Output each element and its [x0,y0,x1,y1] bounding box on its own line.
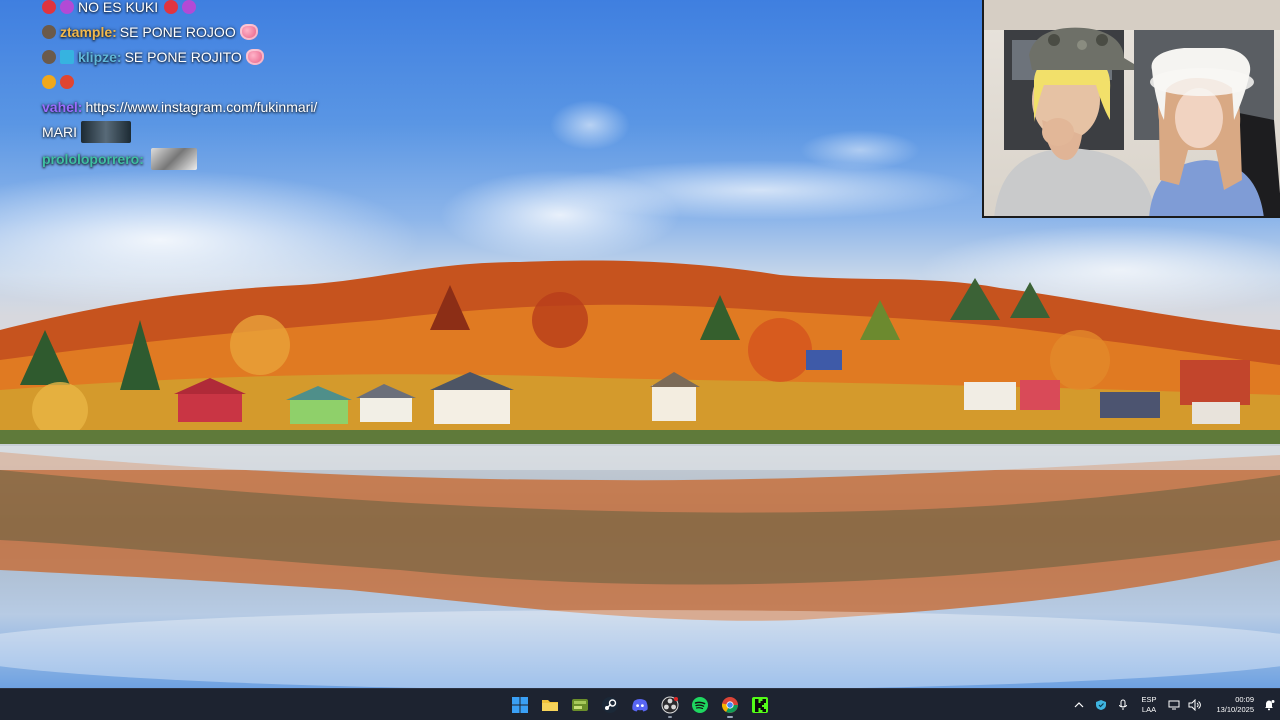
chrome-icon [721,697,738,713]
discord-icon [632,699,648,712]
windows-logo-icon [512,697,528,713]
start-button[interactable] [508,691,532,719]
taskbar-pinned-apps [508,689,772,720]
emote-icon [42,0,56,14]
chat-username[interactable]: vahel: [42,99,82,115]
chevron-up-icon [1074,702,1084,708]
emote-icon [182,0,197,14]
notification-bell-icon [1265,700,1275,711]
folder-icon [542,700,558,711]
microphone-icon [1119,699,1127,710]
taskbar-steam[interactable] [598,691,622,719]
tray-shield-button[interactable] [1090,689,1112,720]
keyboard-layout: LAA [1141,705,1157,714]
show-hidden-icons-button[interactable] [1068,689,1090,720]
chat-message: MARI [42,119,462,144]
kick-icon [752,697,768,713]
image-emote-icon [150,148,197,170]
chat-message: prololoporrero: [42,144,462,174]
taskbar-file-explorer[interactable] [538,691,562,719]
chat-message: ztample: SE PONE ROJOO [42,19,462,44]
windows-taskbar: ESP LAA 00:09 13/10/2025 [0,688,1280,720]
chat-message-text: SE PONE ROJITO [124,48,242,65]
speaker-icon [1188,699,1201,711]
obs-icon [661,696,679,714]
chat-message [42,69,462,94]
heart-emote-icon [245,48,264,65]
heart-emote-icon [239,23,258,40]
emote-icon [164,0,179,14]
taskbar-discord[interactable] [628,691,652,719]
chat-username[interactable]: prololoporrero: [42,151,144,167]
taskbar-green-app[interactable] [568,691,592,719]
chat-message: NO ES KUKI [42,0,462,19]
shield-icon [1096,700,1106,710]
chat-message-text: NO ES KUKI [78,0,159,15]
chat-username[interactable]: ztample: [60,24,117,40]
chat-link[interactable]: https://www.instagram.com/fukinmari/ [85,99,317,115]
emote-icon [60,74,74,89]
clock-button[interactable]: 00:09 13/10/2025 [1206,689,1258,720]
monitor-network-icon [1168,700,1180,710]
taskbar-spotify[interactable] [688,691,712,719]
taskbar-obs[interactable] [658,691,682,719]
chat-username[interactable]: klipze: [78,49,122,65]
diamond-badge-icon [60,49,74,64]
system-tray: ESP LAA 00:09 13/10/2025 [1068,689,1280,720]
tray-microphone-button[interactable] [1112,689,1134,720]
stream-chat-overlay: NO ES KUKI ztample: SE PONE ROJOO klipze… [42,0,462,174]
clock-date: 13/10/2025 [1216,705,1254,714]
language-code: ESP [1141,695,1157,704]
user-badge-icon [42,49,56,64]
tray-volume-button[interactable] [1184,689,1206,720]
spotify-icon [692,697,708,713]
image-emote-icon [81,120,131,143]
webcam-image [984,0,1280,216]
user-badge-icon [42,24,56,39]
chat-message: vahel: https://www.instagram.com/fukinma… [42,94,462,119]
clock-time: 00:09 [1235,695,1254,704]
taskbar-chrome[interactable] [718,691,742,719]
emote-icon [60,0,74,14]
notifications-button[interactable] [1258,689,1280,720]
green-app-icon [572,699,588,711]
chat-message-text: SE PONE ROJOO [119,23,236,40]
taskbar-kick[interactable] [748,691,772,719]
steam-icon [602,697,618,713]
chat-message-text: MARI [42,123,77,140]
webcam-feed [982,0,1280,218]
tray-network-button[interactable] [1164,689,1184,720]
chat-message: klipze: SE PONE ROJITO [42,44,462,69]
emote-icon [42,74,56,89]
input-language-button[interactable]: ESP LAA [1134,689,1164,720]
